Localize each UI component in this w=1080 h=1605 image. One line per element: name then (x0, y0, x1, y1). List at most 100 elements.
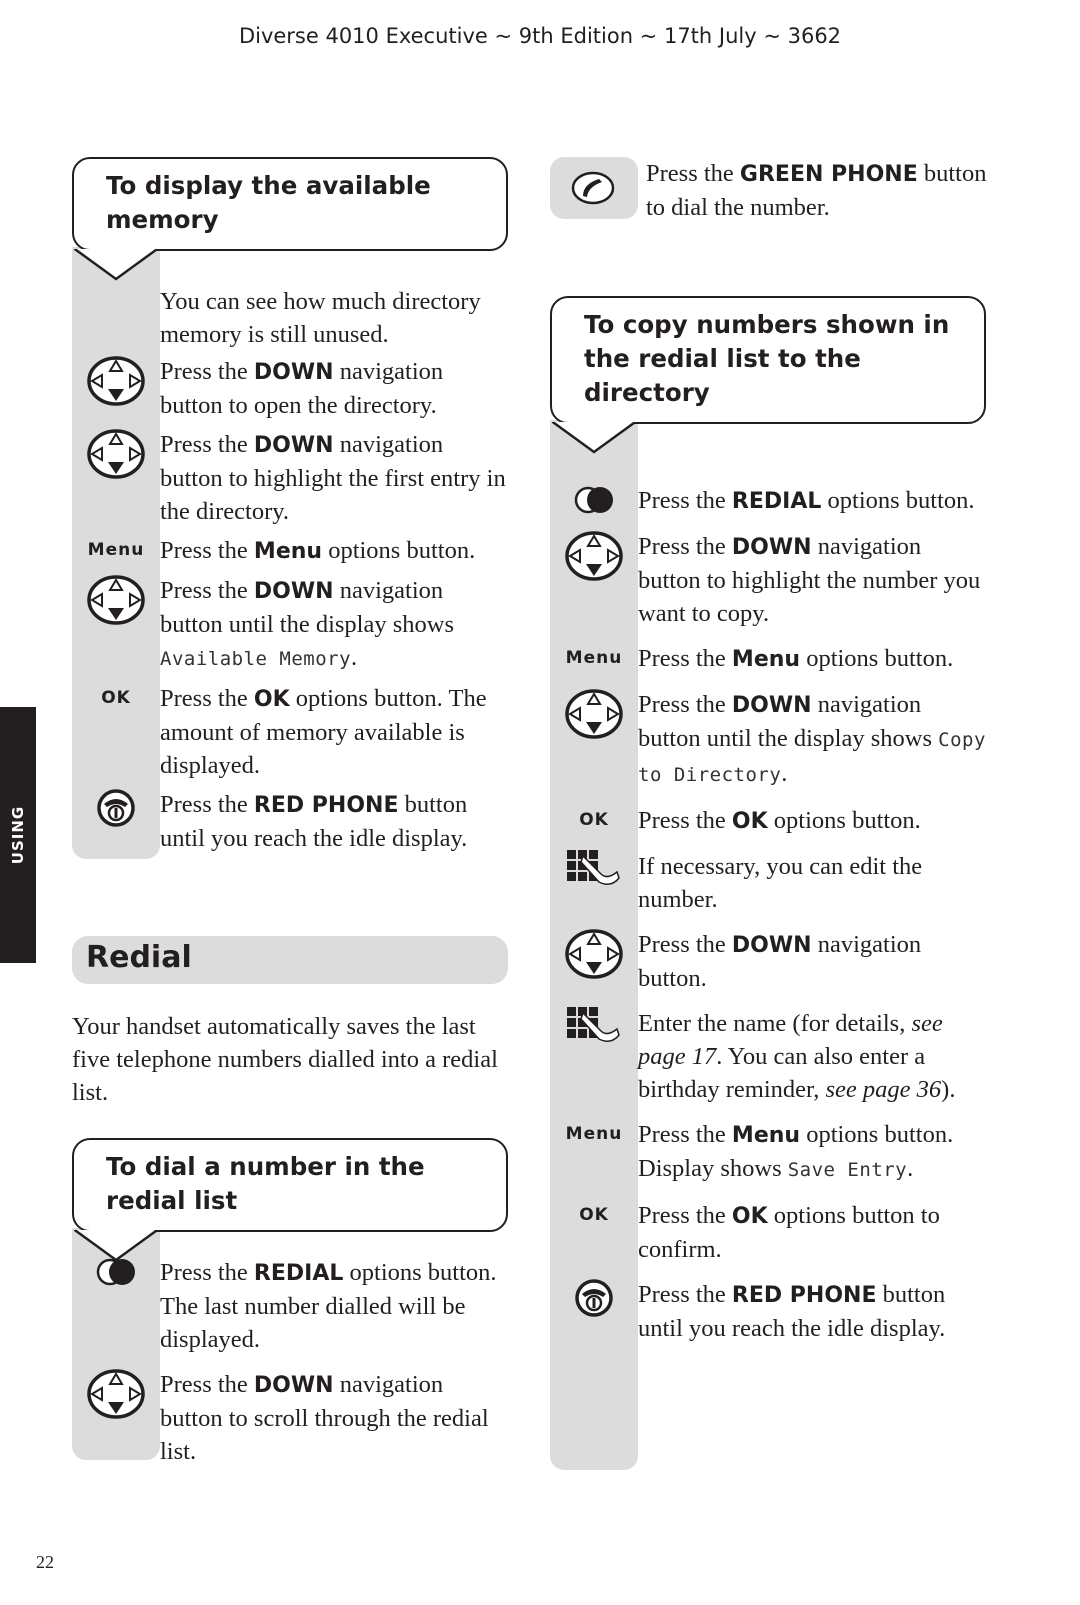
step-text: options button. (767, 807, 921, 834)
dial-callout: To dial a number in the redial list (72, 1138, 508, 1262)
page-header: Diverse 4010 Executive ~ 9th Edition ~ 1… (238, 24, 842, 48)
soft-key-label: Menu (87, 540, 145, 560)
instruction-step: Enter the name (for details, see page 17… (550, 1007, 986, 1106)
red-phone-icon (72, 788, 160, 855)
step-description: Press the DOWN navigation button until t… (638, 688, 986, 792)
callout-tail-icon (552, 422, 638, 454)
step-description: Enter the name (for details, see page 17… (638, 1007, 986, 1106)
memory-title-line2: memory (106, 205, 219, 234)
dial-section: To dial a number in the redial list Pres… (72, 1138, 508, 1468)
step-bold-label: REDIAL (731, 489, 822, 514)
instruction-step: Menu Press the Menu options button. (72, 534, 508, 568)
instruction-step: Press the DOWN navigation button. (550, 928, 986, 995)
navigation-down-icon (72, 574, 160, 676)
step-description: Press the REDIAL options button. (638, 484, 975, 518)
instruction-step: Press the DOWN navigation button to scro… (72, 1368, 508, 1468)
keypad-icon (550, 1007, 638, 1106)
step-text: Press the (160, 1371, 254, 1398)
step-description: Press the OK options button. (638, 804, 921, 838)
copy-section: To copy numbers shown in the redial list… (550, 296, 986, 1470)
soft-key-label: Menu (565, 648, 623, 668)
menu-button-label: Menu (72, 534, 160, 568)
step-description: Press the OK options button to confirm. (638, 1199, 986, 1266)
ok-button-label: OK (550, 1199, 638, 1266)
step-text: Press the (638, 645, 732, 672)
green-phone-icon (550, 157, 638, 219)
menu-button-label: Menu (550, 1118, 638, 1187)
step-bold-label: DOWN (253, 360, 334, 385)
step-text: . (907, 1155, 914, 1182)
step-bold-label: DOWN (731, 933, 812, 958)
instruction-step: Menu Press the Menu options button. Displ… (550, 1118, 986, 1187)
copy-title-line1: To copy numbers shown in (584, 310, 950, 339)
navigation-down-icon (550, 688, 638, 792)
keypad-icon (550, 850, 638, 916)
step-text: Press the (160, 791, 254, 818)
step-bold-label: Menu (731, 647, 801, 672)
soft-key-label: OK (101, 688, 131, 708)
step-text: ). (941, 1076, 956, 1103)
step-bold-label: DOWN (731, 535, 812, 560)
step-text: If necessary, you can edit the number. (638, 853, 923, 913)
callout-tail-icon (74, 249, 160, 281)
navigation-down-icon (72, 428, 160, 528)
dial-steps: Press the REDIAL options button. The las… (72, 1228, 508, 1468)
copy-callout: To copy numbers shown in the redial list… (550, 296, 986, 454)
green-phone-step: Press the GREEN PHONE button to dial the… (550, 157, 990, 224)
step-text: Press the (638, 533, 732, 560)
step-description: Press the DOWN navigation button. (638, 928, 986, 995)
step-description: Press the Menu options button. (638, 642, 953, 676)
side-tab-label: USING (9, 805, 27, 865)
red-phone-icon (550, 1278, 638, 1345)
step-text: . (351, 644, 358, 671)
step-text: . (781, 760, 788, 787)
page-number: 22 (36, 1552, 54, 1572)
step-bold-label: DOWN (731, 693, 812, 718)
step-bold-label: RED PHONE (731, 1283, 877, 1308)
instruction-step: OK Press the OK options button. The amoun… (72, 682, 508, 782)
soft-key-label: OK (579, 810, 609, 830)
step-bold-label: DOWN (253, 579, 334, 604)
step-bold-label: DOWN (253, 433, 334, 458)
step-bold-label: GREEN PHONE (739, 162, 918, 187)
step-description: Press the RED PHONE button until you rea… (638, 1278, 986, 1345)
step-bold-label: Menu (731, 1123, 801, 1148)
step-text: Enter the name (for details, (638, 1010, 912, 1037)
instruction-step: Press the DOWN navigation button until t… (550, 688, 986, 792)
instruction-step: Press the DOWN navigation button until t… (72, 574, 508, 676)
instruction-step: Press the DOWN navigation button to high… (72, 428, 508, 528)
page-reference: see page 36 (825, 1076, 942, 1103)
step-description: Press the DOWN navigation button to high… (160, 428, 508, 528)
step-description: Press the OK options button. The amount … (160, 682, 508, 782)
navigation-down-icon (72, 1368, 160, 1468)
instruction-step: Press the DOWN navigation button to high… (550, 530, 986, 630)
step-description: Press the DOWN navigation button until t… (160, 574, 508, 676)
step-bold-label: RED PHONE (253, 793, 399, 818)
memory-section: To display the available memory You can … (72, 157, 508, 859)
instruction-step: OK Press the OK options button. (550, 804, 986, 838)
dial-title-line2: redial list (106, 1186, 238, 1215)
redial-heading: Redial (86, 940, 192, 975)
instruction-step: Press the DOWN navigation button to open… (72, 355, 508, 422)
instruction-step: Press the REDIAL options button. The las… (72, 1256, 508, 1356)
step-text: Press the (160, 1259, 254, 1286)
step-text: options button. (322, 537, 476, 564)
step-description: Press the REDIAL options button. The las… (160, 1256, 508, 1356)
step-description: Press the RED PHONE button until you rea… (160, 788, 508, 855)
step-text: Press the (160, 685, 254, 712)
ok-button-label: OK (550, 804, 638, 838)
step-text: Press the (160, 537, 254, 564)
instruction-step: Menu Press the Menu options button. (550, 642, 986, 676)
instruction-step: Press the REDIAL options button. (550, 484, 986, 518)
step-bold-label: OK (731, 809, 768, 834)
step-text: options button. (800, 645, 954, 672)
step-text: Press the (638, 1202, 732, 1229)
dial-title-line1: To dial a number in the (106, 1152, 425, 1181)
step-bold-label: OK (731, 1204, 768, 1229)
callout-tail-icon (74, 1230, 160, 1262)
ok-button-label: OK (72, 682, 160, 782)
step-bold-label: OK (253, 687, 290, 712)
step-text: Press the (646, 160, 740, 187)
copy-steps: Press the REDIAL options button. Press th… (550, 420, 986, 1470)
instruction-step: OK Press the OK options button to confirm… (550, 1199, 986, 1266)
